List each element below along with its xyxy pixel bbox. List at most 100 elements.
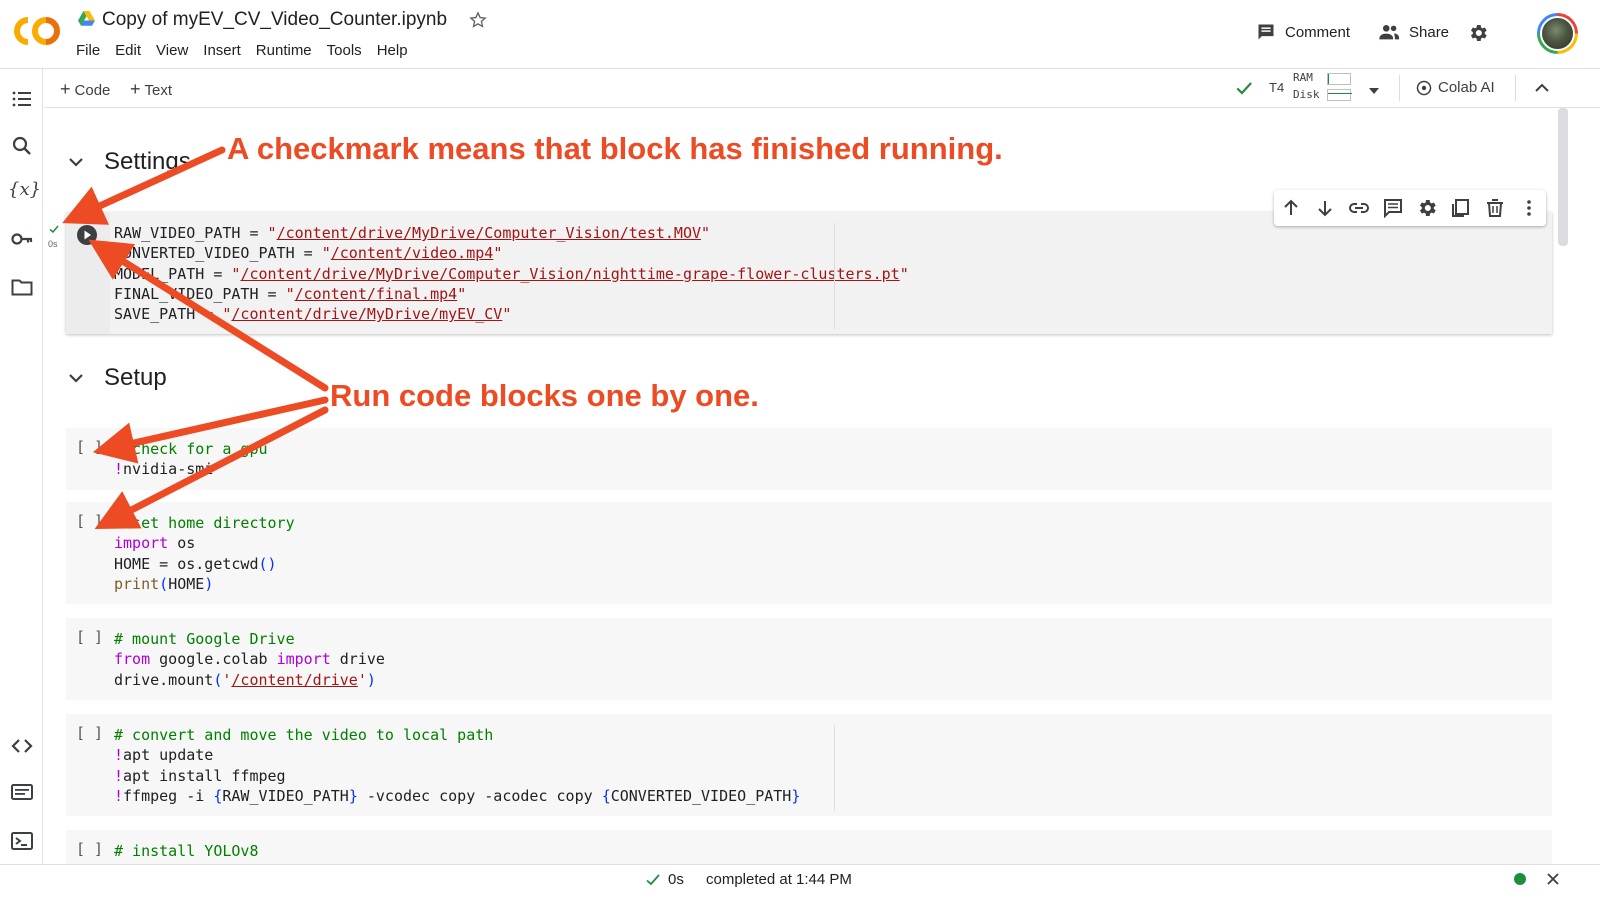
code-snippets-icon[interactable]	[10, 734, 34, 758]
more-vert-icon[interactable]	[1518, 197, 1540, 219]
gear-icon[interactable]	[1467, 22, 1489, 49]
colab-ai-icon	[1416, 80, 1432, 95]
code-string[interactable]: /content/drive	[231, 671, 357, 689]
close-icon[interactable]	[1545, 871, 1561, 887]
variables-icon[interactable]: {x}	[8, 179, 41, 203]
run-icon[interactable]	[76, 224, 98, 251]
terminal-icon[interactable]	[10, 829, 34, 853]
colab-ai-button[interactable]: Colab AI	[1416, 79, 1495, 96]
menu-bar: File Edit View Insert Runtime Tools Help	[76, 42, 423, 59]
mirror-cell-icon[interactable]	[1450, 197, 1472, 219]
share-label: Share	[1409, 23, 1450, 41]
exec-count[interactable]: [ ]	[76, 723, 103, 743]
cell-code[interactable]: # install YOLOv8	[114, 841, 259, 861]
link-icon[interactable]	[1348, 197, 1370, 219]
folder-icon[interactable]	[10, 275, 34, 299]
arrow-up-icon[interactable]	[1280, 197, 1302, 219]
exec-duration: 0s	[668, 871, 684, 888]
cell-code[interactable]: RAW_VIDEO_PATH = "/content/drive/MyDrive…	[114, 223, 909, 324]
star-icon[interactable]	[468, 10, 488, 35]
annotation-run-blocks: Run code blocks one by one.	[330, 378, 759, 413]
section-title-settings: Settings	[104, 148, 191, 175]
add-text-label: Text	[144, 82, 173, 99]
menu-runtime[interactable]: Runtime	[256, 42, 312, 59]
code-string[interactable]: /content/final.mp4	[295, 285, 458, 303]
code-var: RAW_VIDEO_PATH	[114, 224, 241, 242]
code-var: MODEL_PATH	[114, 264, 205, 283]
code-cell-settings[interactable]: RAW_VIDEO_PATH = "/content/drive/MyDrive…	[66, 212, 1552, 334]
code-line: apt install ffmpeg	[123, 766, 286, 785]
avatar[interactable]	[1537, 13, 1578, 54]
notebook-toolbar: + Code + Text T4 RAM Disk Colab AI	[44, 69, 1600, 108]
menu-view[interactable]: View	[156, 42, 188, 59]
cell-code[interactable]: # convert and move the video to local pa…	[114, 725, 800, 806]
annotation-checkmark: A checkmark means that block has finishe…	[227, 131, 1003, 166]
cell-ruler	[834, 725, 835, 811]
toc-icon[interactable]	[10, 87, 34, 111]
chevron-down-icon[interactable]	[66, 368, 86, 388]
colab-logo[interactable]	[14, 14, 60, 53]
left-sidebar: {x}	[0, 69, 43, 881]
code-var: SAVE_PATH	[114, 305, 196, 324]
comment-label: Comment	[1285, 23, 1351, 41]
menu-edit[interactable]: Edit	[115, 42, 141, 59]
share-button[interactable]: Share	[1378, 22, 1449, 42]
code-cell-home[interactable]: [ ] # set home directory import os HOME …	[66, 502, 1552, 604]
cell-code[interactable]: # check for a gpu !nvidia-smi	[114, 439, 268, 480]
code-line: apt update	[123, 746, 214, 765]
drive-icon[interactable]	[78, 11, 95, 31]
runtime-type[interactable]: T4	[1269, 80, 1284, 95]
exec-count[interactable]: [ ]	[76, 627, 103, 647]
cell-code[interactable]: # set home directory import os HOME = os…	[114, 513, 295, 594]
code-cell-gpu[interactable]: [ ] # check for a gpu !nvidia-smi	[66, 428, 1552, 490]
app-header: Copy of myEV_CV_Video_Counter.ipynb File…	[0, 0, 1600, 69]
code-call: drive.mount	[114, 670, 214, 689]
check-icon	[646, 874, 660, 886]
code-cell-mount[interactable]: [ ] # mount Google Drive from google.col…	[66, 618, 1552, 700]
cell-settings-icon[interactable]	[1416, 197, 1438, 219]
arrow-down-icon[interactable]	[1314, 197, 1336, 219]
chevron-down-icon[interactable]	[66, 152, 86, 172]
code-comment: # convert and move the video to local pa…	[114, 726, 494, 744]
code-line: HOME = os.getcwd	[114, 554, 259, 573]
comment-icon	[1258, 24, 1274, 40]
add-code-button[interactable]: + Code	[60, 79, 110, 100]
key-icon[interactable]	[10, 227, 34, 251]
exec-count[interactable]: [ ]	[76, 839, 103, 859]
notebook-title[interactable]: Copy of myEV_CV_Video_Counter.ipynb	[102, 9, 447, 31]
exec-count[interactable]: [ ]	[76, 437, 103, 457]
code-string[interactable]: /content/drive/MyDrive/Computer_Vision/t…	[277, 224, 701, 242]
menu-help[interactable]: Help	[377, 42, 408, 59]
search-icon[interactable]	[10, 134, 34, 158]
code-string[interactable]: /content/video.mp4	[331, 244, 494, 262]
exec-count[interactable]: [ ]	[76, 511, 103, 531]
code-string[interactable]: /content/drive/MyDrive/Computer_Vision/n…	[240, 265, 899, 283]
code-cell-convert[interactable]: [ ] # convert and move the video to loca…	[66, 714, 1552, 816]
status-bar: 0s completed at 1:44 PM	[0, 864, 1600, 902]
add-text-button[interactable]: + Text	[130, 79, 172, 100]
code-line: ffmpeg -i	[123, 786, 214, 805]
code-comment: # mount Google Drive	[114, 630, 295, 648]
menu-file[interactable]: File	[76, 42, 100, 59]
cell-toolbar	[1274, 190, 1546, 226]
scrollbar[interactable]	[1558, 108, 1568, 246]
menu-insert[interactable]: Insert	[203, 42, 241, 59]
dropdown-icon[interactable]	[1367, 83, 1381, 101]
ram-meter[interactable]	[1327, 73, 1351, 85]
command-palette-icon[interactable]	[10, 780, 34, 804]
status-dot	[1514, 873, 1526, 885]
cell-code[interactable]: # mount Google Drive from google.colab i…	[114, 629, 385, 690]
comment-cell-icon[interactable]	[1382, 197, 1404, 219]
comment-button[interactable]: Comment	[1256, 22, 1350, 42]
toolbar-divider	[1515, 75, 1516, 101]
check-icon	[1233, 78, 1255, 103]
code-keyword: from	[114, 650, 151, 669]
exec-time: 0s	[48, 239, 58, 249]
disk-meter[interactable]	[1327, 89, 1352, 101]
delete-icon[interactable]	[1484, 197, 1506, 219]
menu-tools[interactable]: Tools	[327, 42, 362, 59]
colab-ai-label: Colab AI	[1438, 79, 1495, 96]
code-string[interactable]: /content/drive/MyDrive/myEV_CV	[231, 305, 502, 323]
completed-text[interactable]: completed at 1:44 PM	[706, 871, 852, 888]
collapse-icon[interactable]	[1534, 81, 1550, 99]
